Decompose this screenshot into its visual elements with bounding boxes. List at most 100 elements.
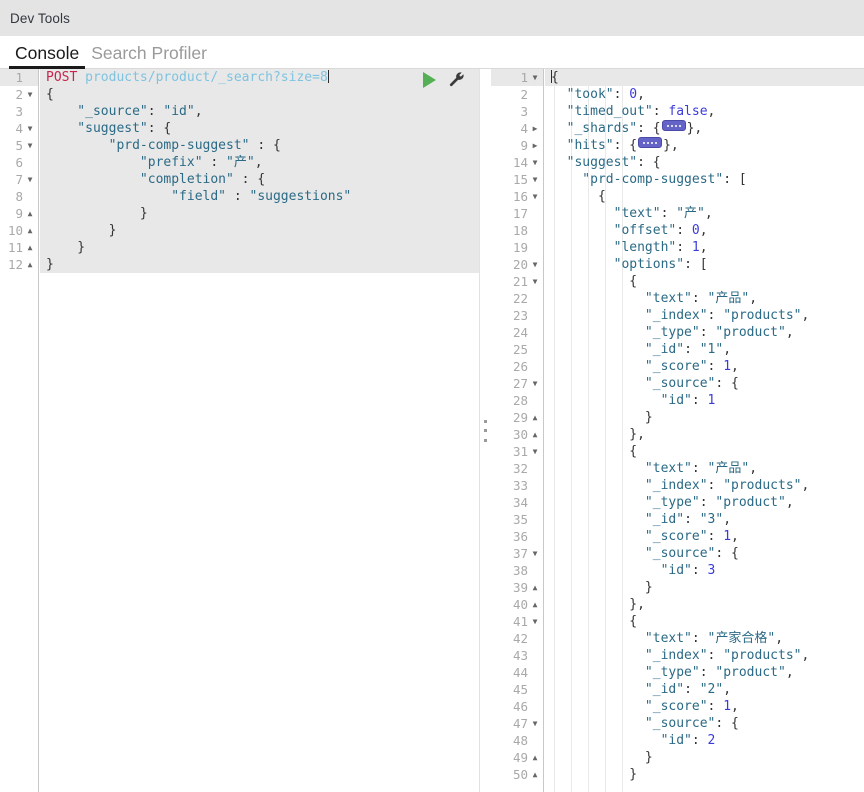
token-string: "3"	[699, 512, 724, 527]
code-line[interactable]: }	[545, 579, 864, 596]
code-line[interactable]: {	[545, 273, 864, 290]
tab-search-profiler[interactable]: Search Profiler	[85, 44, 213, 69]
wrench-icon[interactable]	[448, 71, 465, 88]
code-line[interactable]: "_id": "2",	[545, 681, 864, 698]
code-line[interactable]: },	[545, 596, 864, 613]
code-line[interactable]: "_id": "1",	[545, 341, 864, 358]
code-line[interactable]: "_index": "products",	[545, 647, 864, 664]
code-line[interactable]: "_type": "product",	[545, 324, 864, 341]
code-line[interactable]: "offset": 0,	[545, 222, 864, 239]
fold-open-icon[interactable]: ▼	[530, 171, 540, 188]
code-line[interactable]: "_shards": {},	[545, 120, 864, 137]
collapsed-fold-widget[interactable]	[661, 120, 686, 131]
code-line[interactable]: "text": "产家合格",	[545, 630, 864, 647]
fold-open-icon[interactable]: ▼	[530, 715, 540, 732]
code-line[interactable]: {	[545, 613, 864, 630]
code-line[interactable]: "_type": "product",	[545, 494, 864, 511]
panel-splitter[interactable]	[479, 69, 491, 792]
code-line[interactable]: "id": 2	[545, 732, 864, 749]
code-line[interactable]: "timed_out": false,	[545, 103, 864, 120]
code-line[interactable]: "hits": {},	[545, 137, 864, 154]
code-line[interactable]: }	[40, 205, 479, 222]
code-line[interactable]: "field" : "suggestions"	[40, 188, 479, 205]
code-line[interactable]: POST products/product/_search?size=8	[40, 69, 479, 86]
code-line[interactable]: "completion" : {	[40, 171, 479, 188]
code-line[interactable]: "_index": "products",	[545, 307, 864, 324]
code-line[interactable]: "id": 1	[545, 392, 864, 409]
code-line[interactable]: "_score": 1,	[545, 698, 864, 715]
code-line[interactable]: {	[545, 188, 864, 205]
gutter-line-29: 29 ▲	[491, 409, 543, 426]
code-line[interactable]: "suggest": {	[40, 120, 479, 137]
code-line[interactable]: "id": 3	[545, 562, 864, 579]
fold-close-icon[interactable]: ▲	[530, 426, 540, 443]
code-line[interactable]: "_source": {	[545, 375, 864, 392]
code-line[interactable]: "text": "产",	[545, 205, 864, 222]
response-editor[interactable]: 1 ▼ 2 3 4 ▶ 9 ▶ 14 ▼ 15 ▼ 16 ▼ 17 18 19 20 ▼ 21 ▼ 22 23 24 25 26 2…	[491, 69, 864, 792]
fold-open-icon[interactable]: ▼	[530, 154, 540, 171]
code-line[interactable]: "_type": "product",	[545, 664, 864, 681]
code-line[interactable]: }	[40, 222, 479, 239]
fold-open-icon[interactable]: ▼	[530, 273, 540, 290]
code-line[interactable]: "_id": "3",	[545, 511, 864, 528]
fold-open-icon[interactable]: ▼	[530, 443, 540, 460]
tab-console[interactable]: Console	[9, 44, 86, 69]
play-icon[interactable]	[423, 71, 436, 88]
fold-close-icon[interactable]: ▲	[25, 239, 35, 256]
request-gutter[interactable]: 1 2 ▼ 3 4 ▼ 5 ▼ 6 7 ▼ 8 9 ▲ 10 ▲ 11 ▲ 12 ▲	[0, 69, 39, 792]
response-lines[interactable]: { "took": 0, "timed_out": false, "_shard…	[545, 69, 864, 783]
code-line[interactable]: "options": [	[545, 256, 864, 273]
code-line[interactable]: "prefix" : "产",	[40, 154, 479, 171]
fold-close-icon[interactable]: ▲	[530, 596, 540, 613]
fold-close-icon[interactable]: ▲	[530, 409, 540, 426]
fold-close-icon[interactable]: ▲	[530, 579, 540, 596]
code-line[interactable]: },	[545, 426, 864, 443]
fold-open-icon[interactable]: ▼	[25, 137, 35, 154]
code-line[interactable]: "_source": "id",	[40, 103, 479, 120]
fold-open-icon[interactable]: ▼	[530, 188, 540, 205]
fold-open-icon[interactable]: ▼	[25, 86, 35, 103]
response-gutter[interactable]: 1 ▼ 2 3 4 ▶ 9 ▶ 14 ▼ 15 ▼ 16 ▼ 17 18 19 20 ▼ 21 ▼ 22 23 24 25 26 2…	[491, 69, 544, 792]
code-line[interactable]: "_source": {	[545, 715, 864, 732]
code-line[interactable]: "_source": {	[545, 545, 864, 562]
fold-collapsed-icon[interactable]: ▶	[530, 120, 540, 137]
fold-open-icon[interactable]: ▼	[530, 69, 540, 86]
code-line[interactable]: }	[545, 766, 864, 783]
fold-close-icon[interactable]: ▲	[25, 256, 35, 273]
code-line[interactable]: "took": 0,	[545, 86, 864, 103]
fold-open-icon[interactable]: ▼	[530, 256, 540, 273]
code-line[interactable]: {	[545, 443, 864, 460]
fold-open-icon[interactable]: ▼	[530, 375, 540, 392]
code-line[interactable]: }	[545, 409, 864, 426]
code-line[interactable]: "_score": 1,	[545, 528, 864, 545]
code-line[interactable]: {	[40, 86, 479, 103]
splitter-drag-handle[interactable]	[483, 419, 487, 442]
fold-collapsed-icon[interactable]: ▶	[530, 137, 540, 154]
fold-open-icon[interactable]: ▼	[530, 545, 540, 562]
line-number: 28	[512, 393, 528, 408]
request-code-area[interactable]: POST products/product/_search?size=8{ "_…	[40, 69, 479, 792]
fold-open-icon[interactable]: ▼	[530, 613, 540, 630]
code-line[interactable]: "prd-comp-suggest" : {	[40, 137, 479, 154]
code-line[interactable]: "_score": 1,	[545, 358, 864, 375]
code-line[interactable]: "text": "产品",	[545, 460, 864, 477]
code-line[interactable]: "length": 1,	[545, 239, 864, 256]
fold-close-icon[interactable]: ▲	[530, 766, 540, 783]
code-line[interactable]: }	[545, 749, 864, 766]
fold-open-icon[interactable]: ▼	[25, 120, 35, 137]
code-line[interactable]: "suggest": {	[545, 154, 864, 171]
code-line[interactable]: "_index": "products",	[545, 477, 864, 494]
code-line[interactable]: {	[545, 69, 864, 86]
code-line[interactable]: "text": "产品",	[545, 290, 864, 307]
fold-close-icon[interactable]: ▲	[25, 205, 35, 222]
fold-open-icon[interactable]: ▼	[25, 171, 35, 188]
code-line[interactable]: }	[40, 239, 479, 256]
fold-close-icon[interactable]: ▲	[25, 222, 35, 239]
response-code-area[interactable]: { "took": 0, "timed_out": false, "_shard…	[545, 69, 864, 792]
request-editor[interactable]: 1 2 ▼ 3 4 ▼ 5 ▼ 6 7 ▼ 8 9 ▲ 10 ▲ 11 ▲ 12 ▲ POST products/pr…	[0, 69, 479, 792]
collapsed-fold-widget[interactable]	[638, 137, 663, 148]
code-line[interactable]: }	[40, 256, 479, 273]
request-lines[interactable]: POST products/product/_search?size=8{ "_…	[40, 69, 479, 273]
fold-close-icon[interactable]: ▲	[530, 749, 540, 766]
code-line[interactable]: "prd-comp-suggest": [	[545, 171, 864, 188]
